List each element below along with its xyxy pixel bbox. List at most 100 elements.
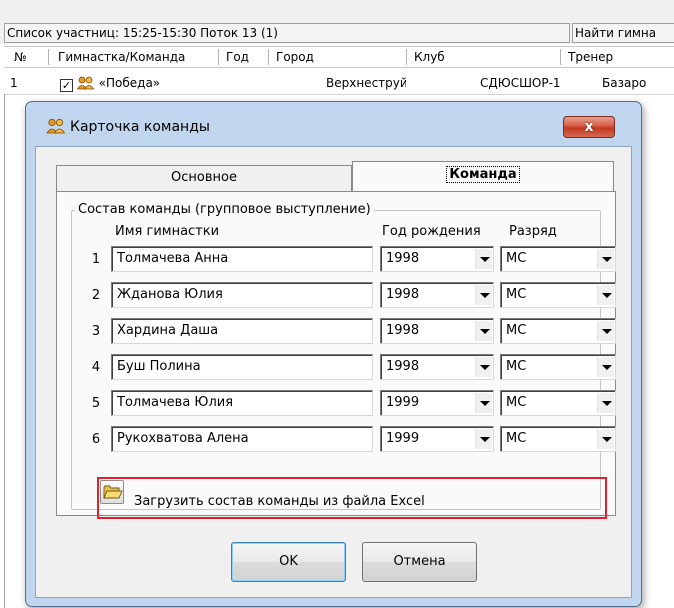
gymnast-name-field[interactable]: Толмачева Юлия: [111, 390, 373, 416]
load-excel-label[interactable]: Загрузить состав команды из файла Excel: [134, 493, 425, 511]
birth-year-value: 1999: [386, 395, 420, 410]
chevron-down-icon[interactable]: [475, 357, 492, 377]
ok-button[interactable]: OK: [231, 542, 346, 582]
member-row: 5 Толмачева Юлия 1999 МС: [57, 390, 617, 418]
row-year: [222, 72, 268, 94]
member-number: 1: [91, 252, 101, 267]
dialog-titlebar[interactable]: Карточка команды x: [26, 102, 641, 146]
member-row: 2 Жданова Юлия 1998 МС: [57, 282, 617, 310]
col-header-coach[interactable]: Тренер: [564, 47, 674, 67]
rank-value: МС: [506, 287, 527, 302]
birth-year-value: 1998: [386, 359, 420, 374]
tab-team-label: Команда: [446, 166, 520, 183]
rank-value: МС: [506, 431, 527, 446]
load-excel-button[interactable]: [100, 480, 124, 504]
tab-basic[interactable]: Основное: [56, 165, 352, 191]
header-birth-year: Год рождения: [382, 224, 481, 239]
row-divider: [4, 94, 674, 95]
rank-select[interactable]: МС: [500, 390, 616, 416]
gymnast-name-field[interactable]: Хардина Даша: [111, 318, 373, 344]
member-row: 4 Буш Полина 1998 МС: [57, 354, 617, 382]
chevron-down-icon[interactable]: [475, 321, 492, 341]
chevron-down-icon[interactable]: [597, 249, 614, 269]
birth-year-value: 1998: [386, 287, 420, 302]
rank-select[interactable]: МС: [500, 318, 616, 344]
member-row: 1 Толмачева Анна 1998 МС: [57, 246, 617, 274]
member-number: 5: [91, 396, 101, 411]
column-divider[interactable]: [218, 49, 219, 65]
tab-team[interactable]: Команда: [352, 161, 614, 191]
dialog-title: Карточка команды: [70, 119, 210, 135]
birth-year-value: 1999: [386, 431, 420, 446]
dialog-client-area: Основное Команда Состав команды (группов…: [35, 146, 632, 598]
col-header-city[interactable]: Город: [272, 47, 376, 67]
gymnast-name-field[interactable]: Толмачева Анна: [111, 246, 373, 272]
col-header-year[interactable]: Год: [222, 47, 268, 67]
chevron-down-icon[interactable]: [475, 429, 492, 449]
group-people-icon: [46, 118, 66, 134]
participants-table-header: № Гимнастка/Команда Год Город Клуб Трене…: [4, 46, 674, 68]
birth-year-value: 1998: [386, 251, 420, 266]
team-name: «Победа»: [98, 76, 161, 90]
chevron-down-icon[interactable]: [475, 285, 492, 305]
close-button[interactable]: x: [563, 116, 615, 138]
chevron-down-icon[interactable]: [597, 429, 614, 449]
birth-year-select[interactable]: 1998: [380, 354, 494, 380]
team-card-dialog: Карточка команды x Основное Команда Сост…: [25, 101, 642, 607]
rank-select[interactable]: МС: [500, 282, 616, 308]
row-number: 1: [10, 76, 18, 90]
screen: Список участниц: 15:25-15:30 Поток 13 (1…: [0, 0, 674, 608]
group-people-icon: [76, 76, 95, 90]
rank-select[interactable]: МС: [500, 426, 616, 452]
chevron-down-icon[interactable]: [597, 321, 614, 341]
team-roster-group-title: Состав команды (групповое выступление): [75, 202, 374, 218]
header-rank: Разряд: [509, 224, 557, 239]
rank-select[interactable]: МС: [500, 354, 616, 380]
gymnast-name-field[interactable]: Рукохватова Алена: [111, 426, 373, 452]
chevron-down-icon[interactable]: [475, 393, 492, 413]
chevron-down-icon[interactable]: [475, 249, 492, 269]
birth-year-value: 1998: [386, 323, 420, 338]
team-tab-panel: Состав команды (групповое выступление) И…: [56, 191, 616, 516]
chevron-down-icon[interactable]: [597, 357, 614, 377]
rank-select[interactable]: МС: [500, 246, 616, 272]
birth-year-select[interactable]: 1999: [380, 390, 494, 416]
member-number: 4: [91, 360, 101, 375]
row-city: Верхнеструйск: [326, 76, 406, 90]
row-club: СДЮСШОР-1...: [480, 76, 560, 90]
find-gymnast-field[interactable]: Найти гимна: [572, 23, 674, 43]
column-divider[interactable]: [560, 49, 561, 65]
list-left-border: [4, 94, 5, 608]
gymnast-name-field[interactable]: Буш Полина: [111, 354, 373, 380]
folder-open-icon: [103, 485, 123, 499]
rank-value: МС: [506, 251, 527, 266]
member-number: 6: [91, 432, 101, 447]
member-row: 6 Рукохватова Алена 1999 МС: [57, 426, 617, 454]
row-checkbox[interactable]: ✓: [60, 79, 73, 92]
chevron-down-icon[interactable]: [597, 393, 614, 413]
column-divider[interactable]: [48, 49, 49, 65]
col-header-number[interactable]: №: [10, 47, 46, 67]
participants-status-bar: Список участниц: 15:25-15:30 Поток 13 (1…: [4, 23, 570, 43]
column-divider[interactable]: [268, 49, 269, 65]
birth-year-select[interactable]: 1998: [380, 246, 494, 272]
team-cell[interactable]: ✓ «Победа»: [60, 72, 220, 94]
header-gymnast-name: Имя гимнастки: [115, 224, 220, 239]
rank-value: МС: [506, 395, 527, 410]
cancel-button[interactable]: Отмена: [362, 542, 477, 582]
chevron-down-icon[interactable]: [597, 285, 614, 305]
col-header-club[interactable]: Клуб: [410, 47, 520, 67]
table-row[interactable]: 1 ✓ «Победа» Верхнеструйск СДЮСШОР-1... …: [4, 72, 674, 94]
birth-year-select[interactable]: 1998: [380, 282, 494, 308]
rank-value: МС: [506, 323, 527, 338]
col-header-gymnast-team[interactable]: Гимнастка/Команда: [54, 47, 224, 67]
birth-year-select[interactable]: 1999: [380, 426, 494, 452]
member-row: 3 Хардина Даша 1998 МС: [57, 318, 617, 346]
member-number: 3: [91, 324, 101, 339]
row-coach: Базаро: [602, 76, 647, 90]
rank-value: МС: [506, 359, 527, 374]
gymnast-name-field[interactable]: Жданова Юлия: [111, 282, 373, 308]
column-divider[interactable]: [406, 49, 407, 65]
member-number: 2: [91, 288, 101, 303]
birth-year-select[interactable]: 1998: [380, 318, 494, 344]
